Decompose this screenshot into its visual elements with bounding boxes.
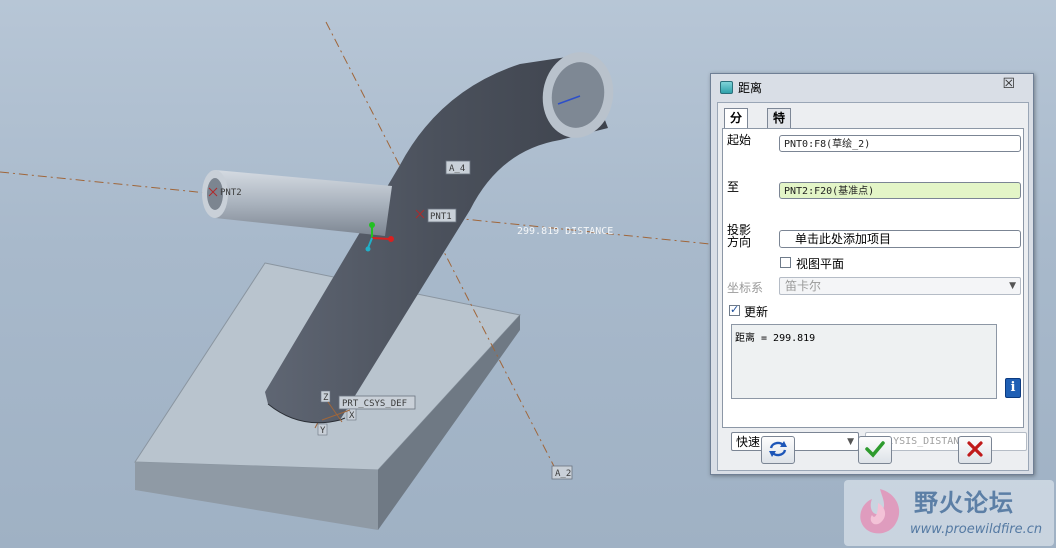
- watermark-title: 野火论坛: [914, 489, 1014, 517]
- dialog-titlebar[interactable]: 距离 ☒: [711, 74, 1033, 100]
- label-a2[interactable]: A_2: [551, 465, 573, 480]
- svg-text:Y: Y: [320, 426, 326, 436]
- dialog-app-icon: [720, 81, 733, 94]
- cancel-button[interactable]: [958, 436, 992, 464]
- update-label: 更新: [744, 305, 769, 319]
- svg-text:PNT2: PNT2: [220, 188, 242, 198]
- from-label: 起始: [727, 133, 752, 147]
- from-field[interactable]: PNT0:F8(草绘_2): [779, 135, 1021, 152]
- tab-feature[interactable]: 特征: [767, 108, 792, 144]
- projection-add-button[interactable]: 单击此处添加项目: [779, 230, 1021, 248]
- svg-text:299.819 DISTANCE: 299.819 DISTANCE: [517, 226, 613, 237]
- small-tube[interactable]: [202, 170, 392, 236]
- mode-select[interactable]: 快速 ▼: [731, 432, 859, 451]
- update-checkbox[interactable]: [729, 303, 740, 316]
- svg-text:X: X: [349, 411, 355, 421]
- label-a4[interactable]: A_4: [445, 160, 471, 175]
- cancel-x-icon: [967, 441, 983, 457]
- chevron-down-icon: ▼: [847, 437, 854, 447]
- svg-text:A_2: A_2: [555, 469, 571, 479]
- result-display: 距离 = 299.819: [731, 324, 997, 399]
- info-icon[interactable]: i: [1005, 378, 1021, 398]
- label-pnt2[interactable]: PNT2: [220, 188, 242, 198]
- tab-analysis[interactable]: 分析: [724, 108, 749, 144]
- view-plane-label: 视图平面: [796, 257, 845, 271]
- svg-text:Z: Z: [323, 393, 329, 403]
- checkmark-icon: [865, 441, 885, 458]
- csys-label: 坐标系: [727, 281, 764, 295]
- svg-text:PRT_CSYS_DEF: PRT_CSYS_DEF: [342, 399, 407, 409]
- to-field[interactable]: PNT2:F20(基准点): [779, 182, 1021, 199]
- watermark-url: www.proewildfire.cn: [910, 522, 1043, 537]
- distance-label[interactable]: 299.819 DISTANCE: [517, 226, 613, 237]
- forum-watermark: 野火论坛 www.proewildfire.cn: [844, 480, 1054, 546]
- refresh-icon: [769, 441, 787, 457]
- label-pnt1[interactable]: PNT1: [427, 208, 457, 223]
- chevron-down-icon: ▼: [1009, 281, 1016, 291]
- dialog-title: 距离: [738, 81, 763, 95]
- svg-text:PNT1: PNT1: [430, 212, 452, 222]
- repeat-button[interactable]: [761, 436, 795, 464]
- csys-select[interactable]: 笛卡尔 ▼: [779, 277, 1021, 295]
- dialog-body: 分析 特征 起始 PNT0:F8(草绘_2) 至 PNT2:F20(基准点) 投…: [717, 102, 1029, 471]
- close-icon[interactable]: ☒: [1002, 76, 1015, 92]
- distance-dialog: 距离 ☒ 分析 特征 起始 PNT0:F8(草绘_2) 至 PNT2:F20(基…: [710, 73, 1034, 475]
- analysis-panel: 起始 PNT0:F8(草绘_2) 至 PNT2:F20(基准点) 投影 方向 单击…: [722, 128, 1027, 451]
- svg-text:A_4: A_4: [449, 164, 465, 174]
- flame-logo-icon: [860, 489, 900, 534]
- ok-button[interactable]: [858, 436, 892, 464]
- to-label: 至: [727, 180, 740, 194]
- view-plane-checkbox[interactable]: [780, 257, 791, 268]
- projection-label: 投影 方向: [727, 223, 752, 249]
